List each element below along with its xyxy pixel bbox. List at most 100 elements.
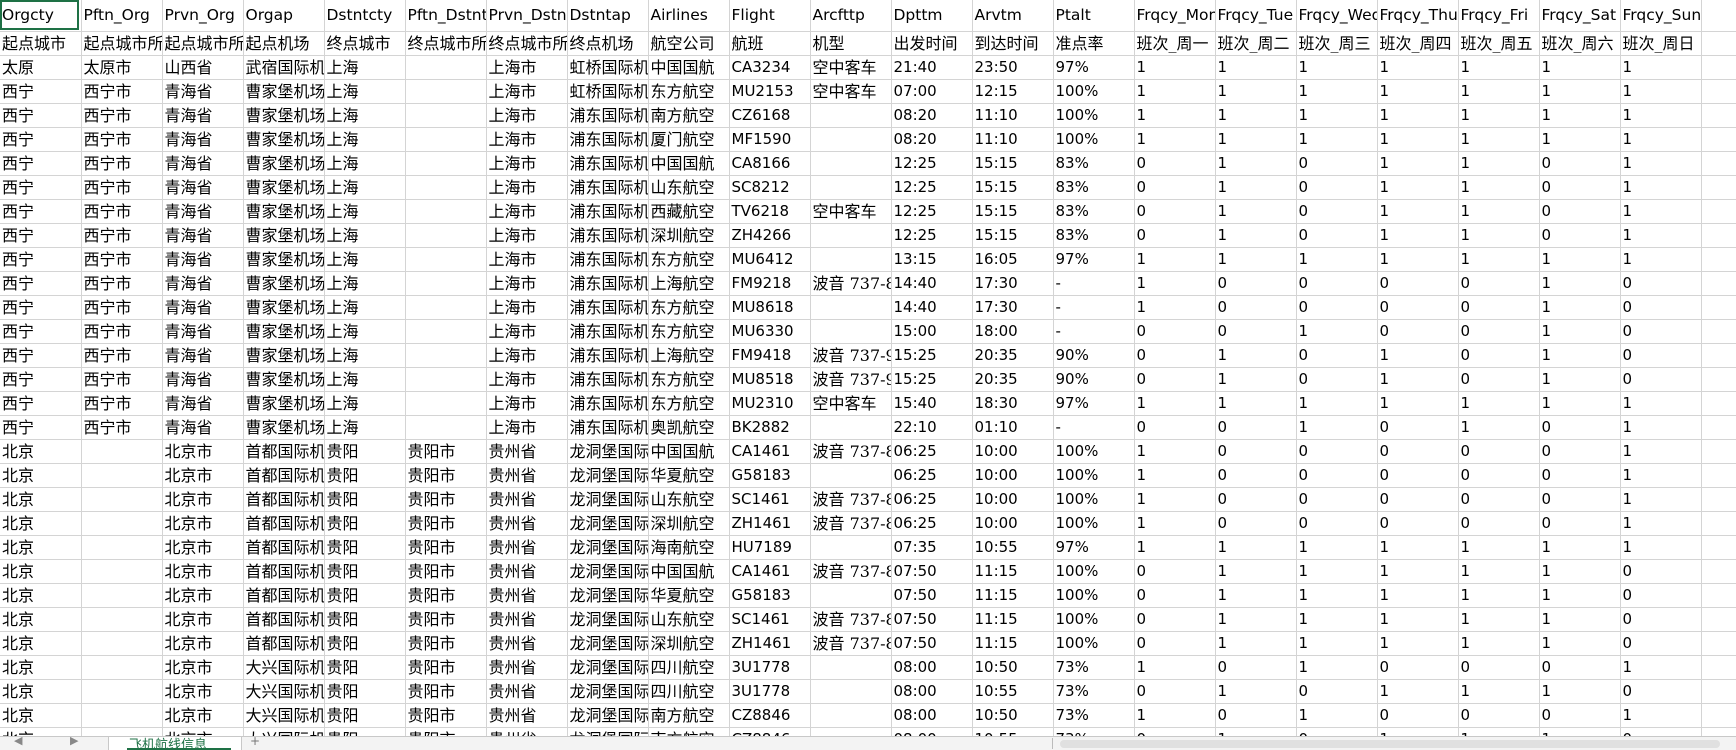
table-cell[interactable]: 1	[1134, 55, 1216, 80]
table-cell[interactable]: 海南航空	[648, 535, 730, 560]
table-cell[interactable]: 曹家堡机场	[243, 79, 325, 104]
table-cell[interactable]: 曹家堡机场	[243, 223, 325, 248]
header-cell[interactable]: Airlines	[648, 0, 730, 32]
table-cell[interactable]: BK2882	[729, 415, 811, 440]
table-cell[interactable]: 浦东国际机场	[567, 295, 649, 320]
table-cell[interactable]: 上海	[324, 295, 406, 320]
table-cell[interactable]: 13:15	[891, 247, 973, 272]
table-cell[interactable]: 0	[1134, 151, 1216, 176]
table-cell[interactable]: 1	[1458, 151, 1540, 176]
table-cell[interactable]	[81, 439, 163, 464]
table-cell[interactable]	[81, 487, 163, 512]
table-cell[interactable]: 0	[1377, 271, 1459, 296]
table-cell[interactable]: 西宁	[0, 223, 82, 248]
table-cell[interactable]: 中国国航	[648, 151, 730, 176]
table-cell[interactable]: 1	[1620, 439, 1702, 464]
table-cell[interactable]: FM9218	[729, 271, 811, 296]
table-cell[interactable]: 17:30	[972, 295, 1054, 320]
header-cell[interactable]: Frqcy_Fri	[1458, 0, 1540, 32]
table-cell[interactable]: 1	[1620, 103, 1702, 128]
table-cell[interactable]: 1	[1296, 247, 1378, 272]
table-cell[interactable]: 西宁市	[81, 199, 163, 224]
table-cell[interactable]: MU8518	[729, 367, 811, 392]
description-cell[interactable]: 班次_周五	[1458, 31, 1540, 56]
header-cell[interactable]: Ptalt	[1053, 0, 1135, 32]
table-cell[interactable]	[1701, 127, 1736, 152]
table-cell[interactable]: 北京市	[162, 655, 244, 680]
table-cell[interactable]: 12:25	[891, 175, 973, 200]
table-cell[interactable]: 上海航空	[648, 271, 730, 296]
table-cell[interactable]: 17:30	[972, 271, 1054, 296]
table-cell[interactable]: 西宁市	[81, 247, 163, 272]
table-cell[interactable]: 西宁市	[81, 319, 163, 344]
table-cell[interactable]: 0	[1539, 199, 1621, 224]
table-cell[interactable]: 15:00	[891, 319, 973, 344]
table-cell[interactable]	[1701, 439, 1736, 464]
table-cell[interactable]: 西宁	[0, 343, 82, 368]
table-cell[interactable]: 虹桥国际机场	[567, 79, 649, 104]
table-cell[interactable]: 0	[1539, 223, 1621, 248]
table-cell[interactable]: 浦东国际机场	[567, 199, 649, 224]
table-cell[interactable]: 浦东国际机场	[567, 103, 649, 128]
table-cell[interactable]	[81, 583, 163, 608]
table-cell[interactable]: 北京市	[162, 511, 244, 536]
table-cell[interactable]: 西宁市	[81, 271, 163, 296]
table-cell[interactable]: 北京	[0, 703, 82, 728]
table-cell[interactable]: 1	[1620, 391, 1702, 416]
table-cell[interactable]: 1	[1296, 415, 1378, 440]
table-cell[interactable]: SC1461	[729, 487, 811, 512]
table-cell[interactable]: -	[1053, 319, 1135, 344]
table-cell[interactable]: 西宁市	[81, 367, 163, 392]
table-cell[interactable]	[810, 319, 892, 344]
table-cell[interactable]: 贵阳市	[405, 487, 487, 512]
table-cell[interactable]: 贵州省	[486, 703, 568, 728]
header-cell[interactable]: Flight	[729, 0, 811, 32]
table-cell[interactable]: 07:50	[891, 631, 973, 656]
table-cell[interactable]: 北京市	[162, 535, 244, 560]
table-cell[interactable]	[810, 151, 892, 176]
table-cell[interactable]: 0	[1296, 439, 1378, 464]
table-cell[interactable]: 100%	[1053, 631, 1135, 656]
table-cell[interactable]: 曹家堡机场	[243, 295, 325, 320]
table-cell[interactable]: 北京	[0, 439, 82, 464]
table-cell[interactable]: 0	[1134, 223, 1216, 248]
table-cell[interactable]: 西宁市	[81, 415, 163, 440]
table-cell[interactable]: 0	[1215, 703, 1297, 728]
table-cell[interactable]: 北京市	[162, 631, 244, 656]
table-cell[interactable]: 浦东国际机场	[567, 415, 649, 440]
table-cell[interactable]: 97%	[1053, 55, 1135, 80]
table-cell[interactable]: 100%	[1053, 559, 1135, 584]
table-cell[interactable]: 1	[1215, 103, 1297, 128]
table-cell[interactable]: 青海省	[162, 343, 244, 368]
table-cell[interactable]: 1	[1458, 55, 1540, 80]
table-cell[interactable]	[810, 535, 892, 560]
table-cell[interactable]: 西宁	[0, 415, 82, 440]
table-cell[interactable]: 0	[1458, 367, 1540, 392]
table-cell[interactable]: 1	[1620, 535, 1702, 560]
table-cell[interactable]: 83%	[1053, 223, 1135, 248]
table-cell[interactable]: 浦东国际机场	[567, 367, 649, 392]
table-cell[interactable]: 11:15	[972, 583, 1054, 608]
table-cell[interactable]: 虹桥国际机场	[567, 55, 649, 80]
table-cell[interactable]: 0	[1377, 487, 1459, 512]
table-cell[interactable]: 1	[1539, 271, 1621, 296]
table-cell[interactable]	[1701, 535, 1736, 560]
table-cell[interactable]: 0	[1620, 295, 1702, 320]
table-cell[interactable]: 北京	[0, 559, 82, 584]
table-cell[interactable]: 龙洞堡国际机场	[567, 583, 649, 608]
table-cell[interactable]: 北京	[0, 583, 82, 608]
table-cell[interactable]: 贵阳	[324, 439, 406, 464]
table-cell[interactable]: 山东航空	[648, 175, 730, 200]
table-cell[interactable]: 波音 737-900	[810, 343, 892, 368]
table-cell[interactable]: 0	[1134, 175, 1216, 200]
table-cell[interactable]: 1	[1458, 391, 1540, 416]
table-cell[interactable]: 1	[1539, 319, 1621, 344]
table-cell[interactable]: 西宁市	[81, 127, 163, 152]
table-cell[interactable]: 山东航空	[648, 487, 730, 512]
header-cell[interactable]: Pftn_Org	[81, 0, 163, 32]
table-cell[interactable]: 中国国航	[648, 559, 730, 584]
table-cell[interactable]: 西宁	[0, 199, 82, 224]
table-cell[interactable]: 曹家堡机场	[243, 367, 325, 392]
table-cell[interactable]: 1	[1620, 463, 1702, 488]
table-cell[interactable]: 上海市	[486, 367, 568, 392]
